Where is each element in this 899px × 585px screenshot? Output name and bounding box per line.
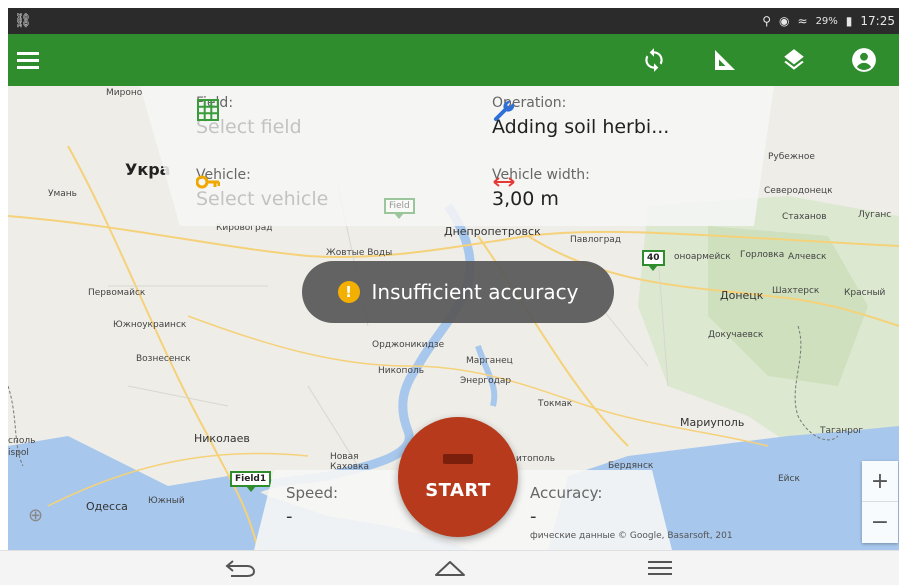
speed-readout: Speed: - xyxy=(286,484,338,527)
map-label: Энергодар xyxy=(460,376,512,386)
accuracy-readout: Accuracy: - xyxy=(530,484,602,527)
map-label: ispol xyxy=(8,448,29,458)
map-label: Стаханов xyxy=(782,212,827,222)
clock: 17:25 xyxy=(860,14,895,28)
home-button[interactable] xyxy=(405,551,495,585)
home-icon xyxy=(434,561,465,576)
width-arrows-icon xyxy=(493,177,515,187)
map-label: споль xyxy=(8,436,36,446)
operation-selector[interactable]: Operation: Adding soil herbi... xyxy=(492,94,669,140)
map-label: Ейск xyxy=(778,474,800,484)
battery-percent: 29% xyxy=(815,15,838,27)
map-label: Северодонецк xyxy=(764,186,833,196)
speed-label: Speed: xyxy=(286,484,339,502)
map-label: Мироно xyxy=(106,88,143,98)
map-label: Николаев xyxy=(194,432,250,445)
account-button[interactable] xyxy=(829,34,899,86)
back-icon xyxy=(224,560,255,577)
map-label: Рубежное xyxy=(768,152,815,162)
map-label: Красный xyxy=(844,288,886,298)
info-panel: Field: Select field Operation: Adding so… xyxy=(140,86,774,226)
operation-label: Operation: xyxy=(492,95,567,111)
android-notification-icon: ⛓ xyxy=(14,13,32,29)
zoom-out-button[interactable]: − xyxy=(862,502,898,543)
map-label: Мариуполь xyxy=(680,416,745,429)
map-attribution: фические данные © Google, Basarsoft, 201 xyxy=(530,531,733,541)
field-marker-hidden: Field xyxy=(384,198,415,219)
map-label: Умань xyxy=(48,189,77,199)
vehicle-selector[interactable]: Vehicle: Select vehicle Field xyxy=(196,166,415,219)
set-square-icon xyxy=(715,50,735,70)
vibrate-icon: ◉ xyxy=(779,14,790,28)
map-label: Марганец xyxy=(466,356,513,366)
key-icon xyxy=(196,175,220,189)
sync-button[interactable] xyxy=(619,34,689,86)
insufficient-accuracy-toast: ! Insufficient accuracy xyxy=(302,261,614,323)
map-label: Никополь xyxy=(378,366,425,376)
system-nav-bar xyxy=(0,550,899,585)
speed-value: - xyxy=(286,506,293,527)
location-icon: ⚲ xyxy=(762,14,772,28)
map-label: Алчевск xyxy=(788,252,827,262)
map-label: Южный xyxy=(148,496,185,506)
map-label: Таганрог xyxy=(820,426,864,436)
wifi-icon: ≈ xyxy=(797,14,808,28)
map-label: Южноукраинск xyxy=(113,320,187,330)
operation-value: Adding soil herbi... xyxy=(492,116,670,138)
map-label: Орджоникидзе xyxy=(372,340,445,350)
layers-button[interactable] xyxy=(759,34,829,86)
menu-icon xyxy=(647,561,672,575)
status-bar: ⛓ ⚲ ◉ ≈ 29% ▮ 17:25 xyxy=(0,0,899,34)
hamburger-menu-icon[interactable] xyxy=(8,34,48,86)
start-indicator-icon xyxy=(443,453,473,464)
map-label: оноармейск xyxy=(674,252,731,262)
map-label: Павлоград xyxy=(570,235,622,245)
map-label: Одесса xyxy=(86,500,128,513)
map-label: Вознесенск xyxy=(136,354,191,364)
menu-button[interactable] xyxy=(615,551,705,585)
map-label: Шахтерск xyxy=(772,286,820,296)
my-location-icon[interactable]: ⊕ xyxy=(28,505,48,526)
vehicle-width-selector[interactable]: Vehicle width: 3,00 m xyxy=(492,166,590,212)
zoom-in-button[interactable]: + xyxy=(862,461,898,502)
map-label: Докучаевск xyxy=(708,330,764,340)
field-selector[interactable]: Field: Select field xyxy=(196,94,302,140)
warning-icon: ! xyxy=(337,281,360,303)
map-label: Токмак xyxy=(538,399,573,409)
grid-table-icon xyxy=(197,99,219,121)
start-button[interactable]: START xyxy=(398,417,518,537)
map-label: Днепропетровск xyxy=(444,225,541,238)
field-marker-40[interactable]: 40 xyxy=(642,250,665,271)
account-icon xyxy=(852,48,876,72)
accuracy-label: Accuracy: xyxy=(530,484,603,502)
battery-icon: ▮ xyxy=(845,14,853,28)
app-bar xyxy=(8,34,899,86)
map-label: Луганс xyxy=(858,210,892,220)
toast-text: Insufficient accuracy xyxy=(371,280,579,304)
back-button[interactable] xyxy=(195,551,285,585)
map-label: Горловка xyxy=(740,250,785,260)
start-label: START xyxy=(425,479,491,501)
wrench-icon xyxy=(493,101,514,122)
zoom-controls: + − xyxy=(862,461,898,543)
layers-icon xyxy=(784,49,804,70)
sync-icon xyxy=(645,48,663,72)
accuracy-value: - xyxy=(530,506,537,527)
map-label: Первомайск xyxy=(88,288,146,298)
map-label: Донецк xyxy=(720,289,764,302)
map-label: Жовтые Воды xyxy=(326,248,393,258)
map-label: итополь xyxy=(516,454,556,464)
map-label: Новая Каховка xyxy=(330,452,369,472)
measure-button[interactable] xyxy=(689,34,759,86)
